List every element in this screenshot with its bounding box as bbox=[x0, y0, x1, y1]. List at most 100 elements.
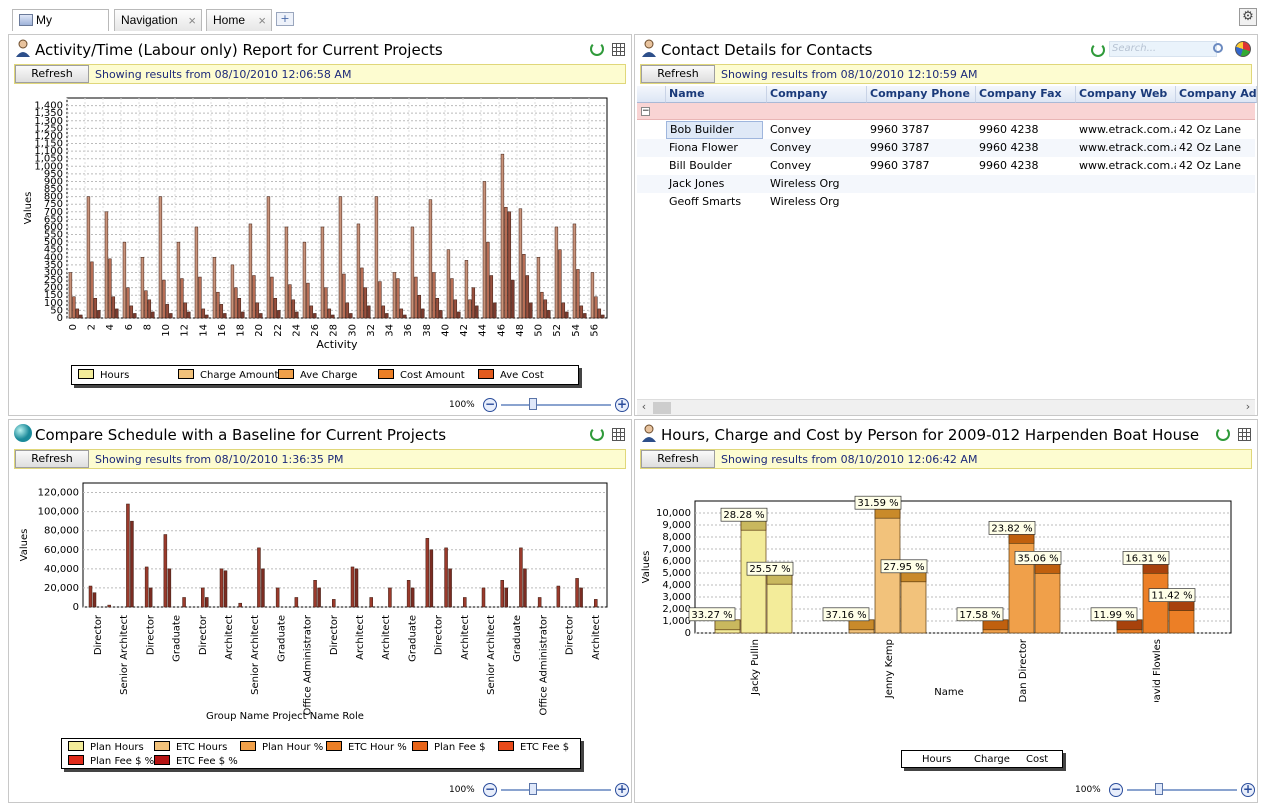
bar bbox=[410, 587, 415, 608]
column-header[interactable]: Company Fax bbox=[976, 86, 1076, 103]
close-icon[interactable]: × bbox=[258, 10, 266, 31]
table-cell[interactable]: 9960 4238 bbox=[976, 139, 1076, 157]
refresh-button[interactable]: Refresh bbox=[641, 65, 715, 83]
y-tick-label: 4,000 bbox=[662, 580, 691, 591]
pie-chart-icon[interactable] bbox=[1235, 41, 1251, 57]
table-cell[interactable]: 9960 3787 bbox=[867, 157, 976, 175]
legend-swatch bbox=[154, 741, 170, 751]
zoom-in-button[interactable]: + bbox=[1241, 783, 1255, 797]
tab-my-dashboard[interactable]: My Dashboard bbox=[12, 9, 109, 48]
gear-icon[interactable]: ⚙ bbox=[1239, 8, 1257, 26]
x-tick-label: 24 bbox=[291, 324, 302, 337]
legend-swatch bbox=[278, 369, 294, 379]
table-cell[interactable]: 9960 3787 bbox=[867, 139, 976, 157]
tab-home[interactable]: Home × bbox=[206, 9, 272, 31]
refresh-button[interactable]: Refresh bbox=[15, 450, 89, 468]
horizontal-scrollbar[interactable]: ‹ › bbox=[637, 399, 1255, 415]
column-header[interactable]: Company Add bbox=[1176, 86, 1257, 103]
zoom-out-button[interactable]: − bbox=[1109, 783, 1123, 797]
grid-icon[interactable] bbox=[1238, 427, 1251, 441]
refresh-button[interactable]: Refresh bbox=[15, 65, 89, 83]
refresh-icon[interactable] bbox=[1216, 427, 1230, 441]
table-cell[interactable]: 9960 4238 bbox=[976, 157, 1076, 175]
table-row[interactable]: Geoff Smarts Wireless Org bbox=[637, 193, 1255, 211]
table-cell[interactable]: Wireless Org bbox=[767, 175, 867, 193]
column-header[interactable]: Company bbox=[767, 86, 867, 103]
bar bbox=[194, 226, 199, 319]
zoom-control: 100% − + bbox=[1075, 783, 1255, 799]
legend-item: Plan Fee $ % bbox=[68, 755, 154, 769]
zoom-slider-thumb[interactable] bbox=[1155, 783, 1163, 795]
zoom-track[interactable] bbox=[501, 789, 611, 791]
table-row[interactable]: Bob Builder Convey 9960 3787 9960 4238 w… bbox=[637, 121, 1255, 139]
table-cell[interactable]: Jack Jones bbox=[666, 175, 767, 193]
table-row[interactable]: Fiona Flower Convey 9960 3787 9960 4238 … bbox=[637, 139, 1255, 157]
collapse-icon[interactable]: − bbox=[641, 107, 650, 116]
bar bbox=[158, 196, 163, 319]
refresh-icon[interactable] bbox=[590, 427, 604, 441]
table-cell[interactable]: Convey bbox=[767, 121, 867, 139]
table-cell[interactable]: Convey bbox=[767, 157, 867, 175]
zoom-out-button[interactable]: − bbox=[483, 398, 497, 412]
zoom-track[interactable] bbox=[501, 404, 611, 406]
table-cell[interactable]: 9960 4238 bbox=[976, 121, 1076, 139]
table-cell[interactable]: 9960 3787 bbox=[867, 121, 976, 139]
data-label: 23.82 % bbox=[991, 523, 1032, 534]
bar bbox=[294, 597, 299, 608]
bar-cap bbox=[766, 573, 793, 585]
x-axis-label: Name bbox=[934, 687, 964, 698]
table-cell[interactable]: Bill Boulder bbox=[666, 157, 767, 175]
scroll-thumb[interactable] bbox=[653, 402, 671, 414]
column-header[interactable]: Name bbox=[666, 86, 767, 103]
zoom-slider-thumb[interactable] bbox=[529, 783, 537, 795]
group-row[interactable]: − bbox=[637, 103, 1255, 120]
new-tab-button[interactable]: + bbox=[276, 12, 294, 26]
status-bar: Refresh Showing results from 08/10/2010 … bbox=[640, 449, 1252, 469]
refresh-button[interactable]: Refresh bbox=[641, 450, 715, 468]
search-input[interactable]: Search... bbox=[1109, 41, 1217, 57]
scroll-left-icon[interactable]: ‹ bbox=[637, 401, 651, 415]
zoom-out-button[interactable]: − bbox=[483, 783, 497, 797]
zoom-slider-thumb[interactable] bbox=[529, 398, 537, 410]
tab-bar: My Dashboard Navigation× Home× + ⚙ bbox=[0, 0, 1263, 48]
table-row[interactable]: Jack Jones Wireless Org bbox=[637, 175, 1255, 193]
table-cell[interactable]: www.etrack.com.a bbox=[1076, 157, 1176, 175]
table-cell[interactable]: Geoff Smarts bbox=[666, 193, 767, 211]
zoom-track[interactable] bbox=[1127, 789, 1237, 791]
legend-swatch bbox=[78, 369, 94, 379]
zoom-in-button[interactable]: + bbox=[615, 398, 629, 412]
grid-icon[interactable] bbox=[612, 42, 625, 56]
bar bbox=[444, 547, 448, 608]
grid-icon[interactable] bbox=[612, 427, 625, 441]
table-cell[interactable]: 42 Oz Lane bbox=[1176, 139, 1257, 157]
bar bbox=[163, 534, 168, 608]
close-icon[interactable]: × bbox=[188, 10, 196, 31]
table-cell[interactable]: 42 Oz Lane bbox=[1176, 157, 1257, 175]
x-tick-label: Office Administrator bbox=[303, 614, 314, 715]
panel-title: Hours, Charge and Cost by Person for 200… bbox=[661, 426, 1200, 444]
table-cell[interactable]: www.etrack.com.a bbox=[1076, 139, 1176, 157]
x-tick-label: 30 bbox=[347, 324, 358, 337]
refresh-icon[interactable] bbox=[1091, 43, 1105, 57]
table-cell[interactable]: Wireless Org bbox=[767, 193, 867, 211]
table-cell[interactable]: Bob Builder bbox=[666, 121, 763, 139]
x-tick-label: 12 bbox=[180, 324, 191, 337]
table-cell[interactable]: Convey bbox=[767, 139, 867, 157]
bar bbox=[363, 287, 368, 319]
column-header[interactable]: Company Phone bbox=[867, 86, 976, 103]
table-cell[interactable]: Fiona Flower bbox=[666, 139, 767, 157]
x-tick-label: Director bbox=[329, 614, 340, 655]
table-cell[interactable]: 42 Oz Lane bbox=[1176, 121, 1257, 139]
x-tick-label: 20 bbox=[254, 324, 265, 337]
table-row[interactable]: Bill Boulder Convey 9960 3787 9960 4238 … bbox=[637, 157, 1255, 175]
tab-navigation[interactable]: Navigation × bbox=[114, 9, 202, 31]
x-tick-label: 22 bbox=[273, 324, 284, 337]
refresh-icon[interactable] bbox=[590, 42, 604, 56]
search-icon[interactable] bbox=[1213, 43, 1223, 53]
scroll-right-icon[interactable]: › bbox=[1241, 401, 1255, 415]
bar bbox=[450, 278, 454, 319]
zoom-in-button[interactable]: + bbox=[615, 783, 629, 797]
column-header[interactable]: Company Web bbox=[1076, 86, 1176, 103]
table-cell[interactable]: www.etrack.com.a bbox=[1076, 121, 1176, 139]
bar bbox=[144, 566, 149, 608]
